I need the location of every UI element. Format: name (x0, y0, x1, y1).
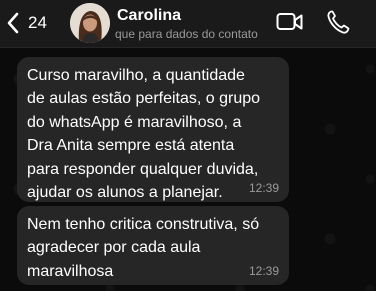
profile-photo (70, 3, 110, 43)
phone-icon (327, 10, 350, 34)
contact-subtitle[interactable]: que para dados do contato (115, 27, 270, 41)
message-time: 12:39 (248, 181, 279, 195)
unread-count: 24 (28, 13, 47, 32)
video-camera-icon (276, 13, 303, 30)
message-bubble[interactable]: Curso maravilho, a quantidade de aulas e… (17, 57, 289, 202)
avatar[interactable] (70, 3, 110, 43)
chat-header: 24 Carolina que para dados do contato (0, 0, 376, 48)
message-text: Curso maravilho, a quantidade de aulas e… (27, 67, 261, 202)
chevron-left-icon (7, 12, 19, 34)
back-button[interactable]: 24 (6, 10, 47, 36)
message-text: Nem tenho critica construtiva, só agrade… (27, 216, 260, 280)
video-call-button[interactable] (276, 10, 303, 34)
voice-call-button[interactable] (326, 9, 350, 35)
message-bubble[interactable]: Nem tenho critica construtiva, só agrade… (17, 206, 289, 285)
chat-area[interactable]: Curso maravilho, a quantidade de aulas e… (0, 49, 376, 291)
contact-name[interactable]: Carolina (117, 7, 181, 25)
message-time: 12:39 (248, 264, 279, 278)
